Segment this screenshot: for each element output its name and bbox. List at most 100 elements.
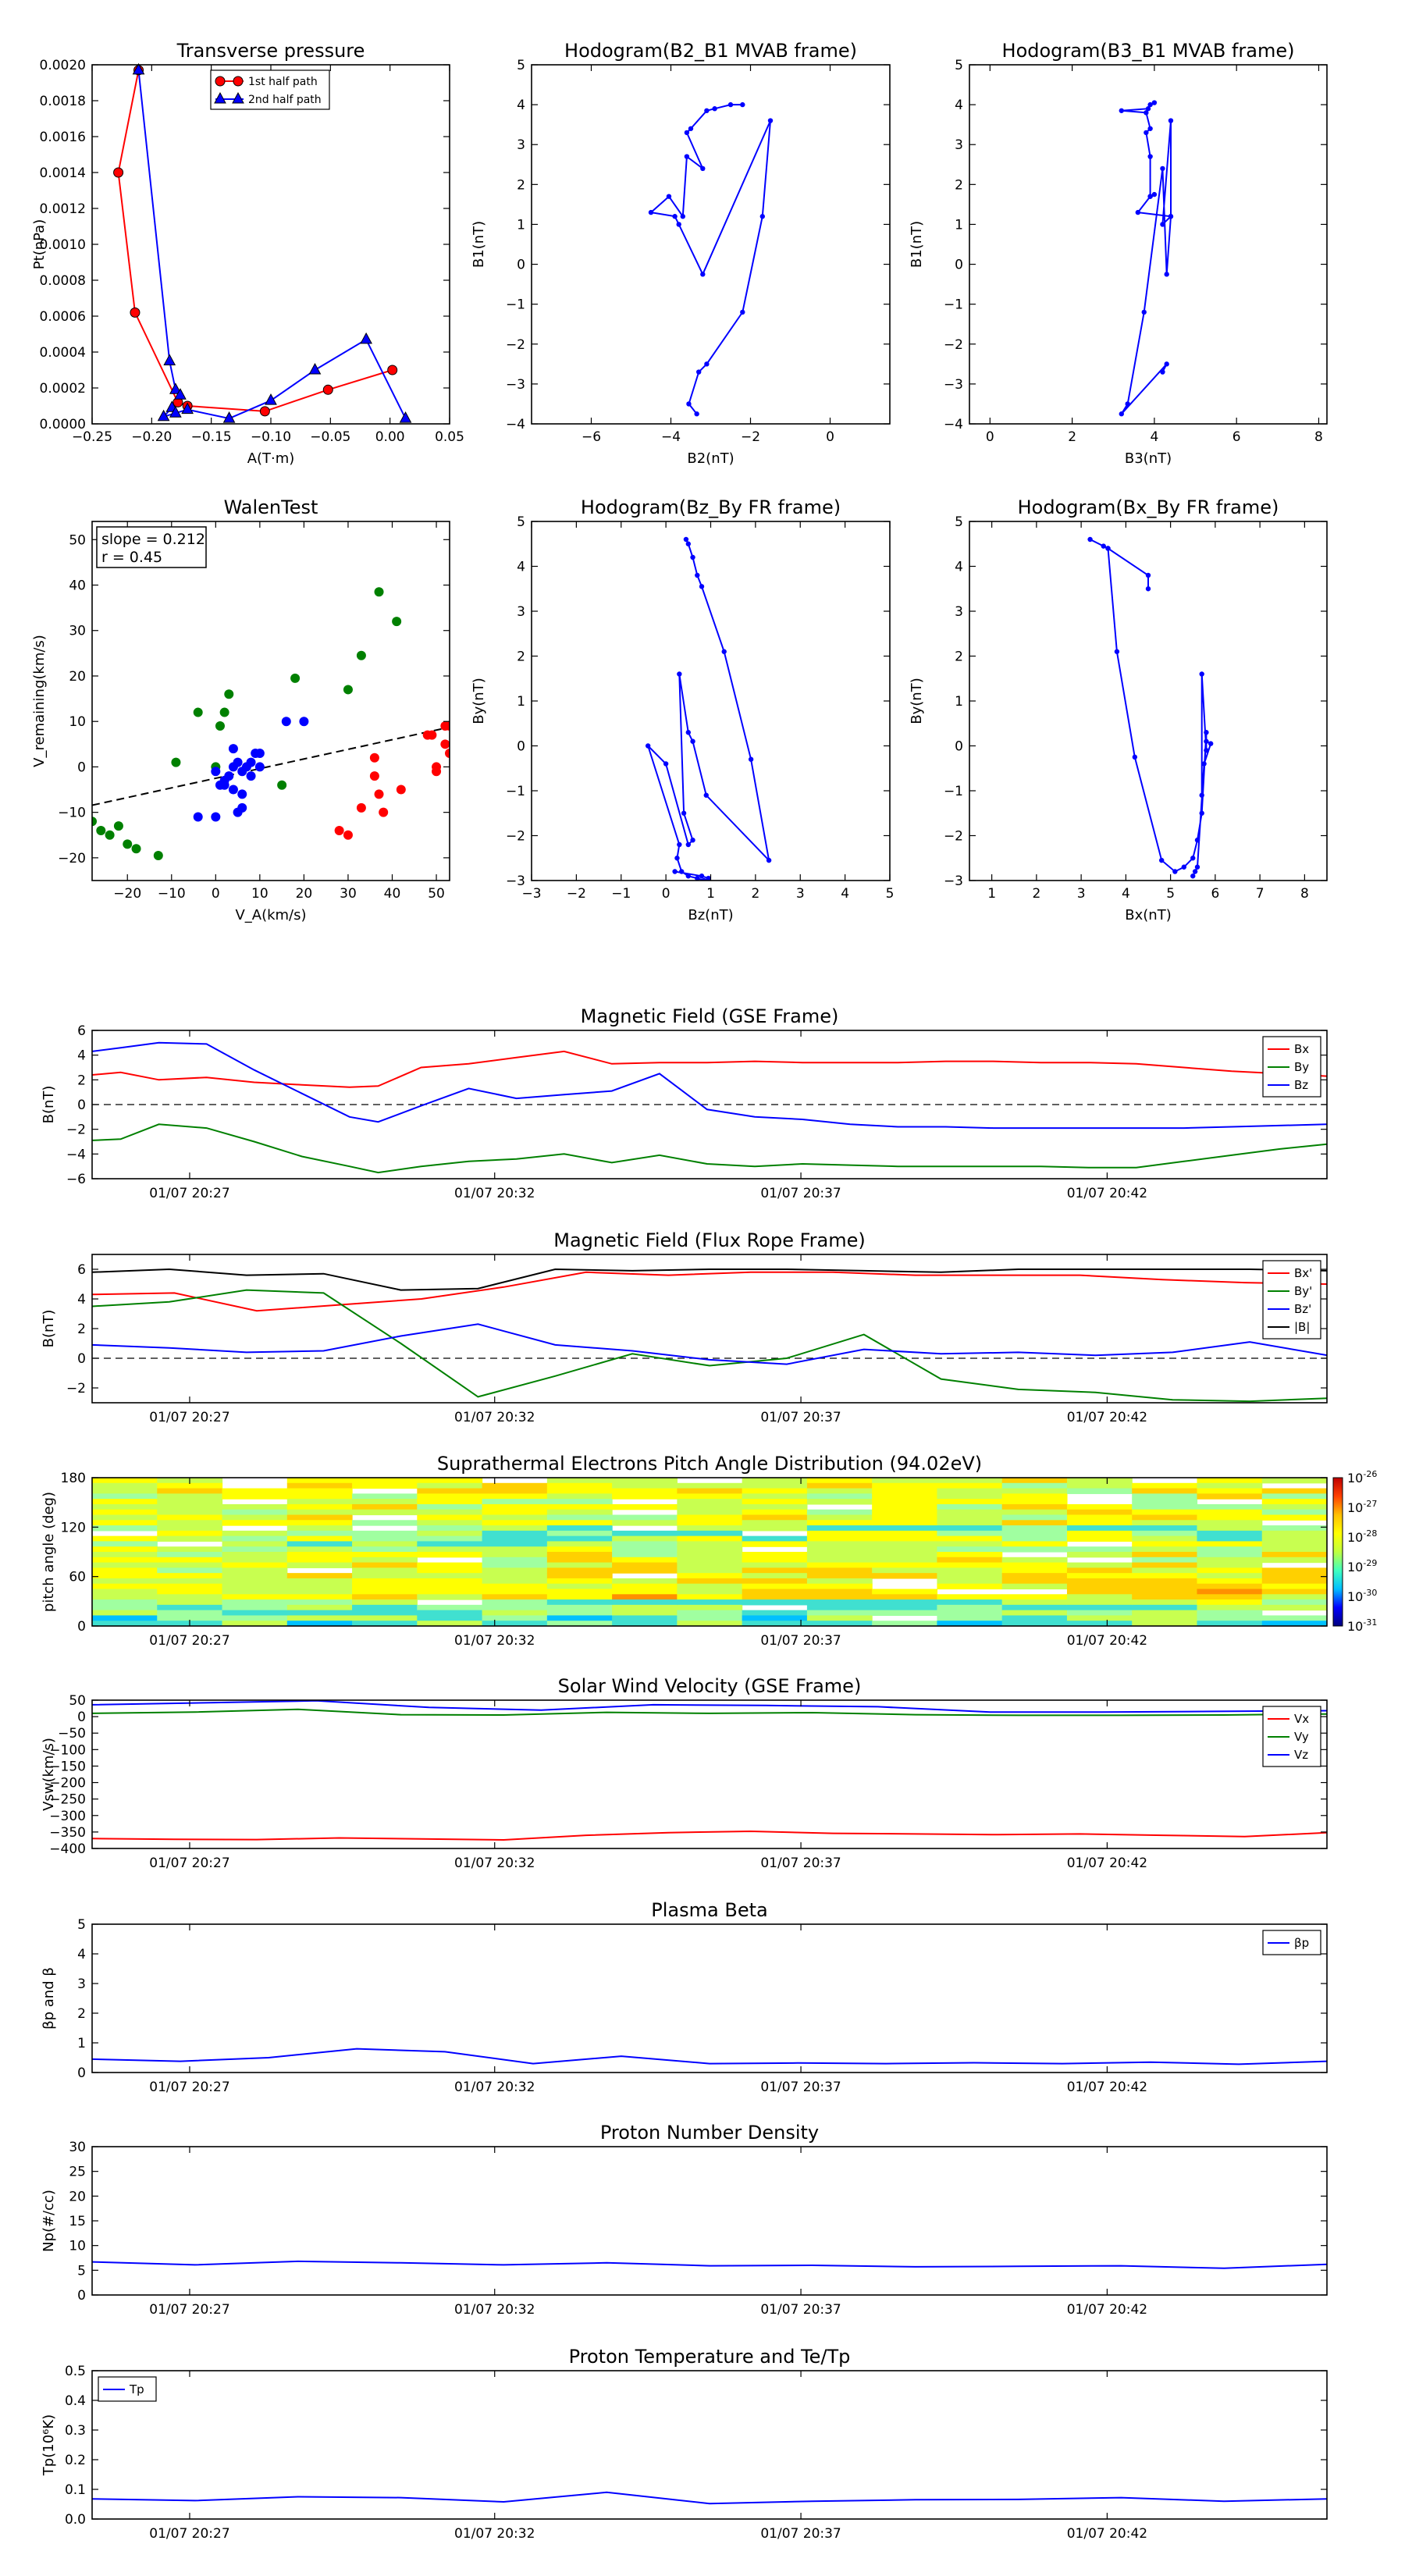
y-tick-label: −10 (58, 806, 86, 821)
panel-hodo_b3b1: Hodogram(B3_B1 MVAB frame) −4 −3 −2 −1 0 1 2 3 4 5… (909, 40, 1328, 467)
data-point (679, 869, 685, 874)
heatmap-cell (352, 1499, 418, 1505)
heatmap-cell (482, 1530, 548, 1537)
x-tick-label: −0.05 (310, 429, 350, 445)
panel-title: WalenTest (224, 496, 318, 518)
colorbar-tick-label: 10-28 (1347, 1528, 1377, 1545)
y-axis-label: βp and β (41, 1967, 57, 2030)
heatmap-cell (286, 1478, 353, 1484)
heatmap-cell (1197, 1509, 1263, 1516)
panel-title: Transverse pressure (176, 40, 365, 62)
heatmap-cell (1001, 1573, 1068, 1579)
y-tick-label: 4 (77, 1048, 86, 1064)
data-point-red (343, 830, 353, 840)
data-point (1194, 838, 1200, 843)
heatmap-cell (1132, 1546, 1198, 1553)
data-point (645, 743, 651, 749)
panel-mag_fr: Magnetic Field (Flux Rope Frame) −2 0 2 4 6 01… (41, 1229, 1328, 1425)
heatmap-cell (417, 1514, 483, 1521)
heatmap-cell (482, 1488, 548, 1494)
data-point-green (215, 721, 225, 731)
data-point (686, 401, 692, 407)
data-point-red (379, 807, 389, 817)
heatmap-cell (1197, 1604, 1263, 1611)
heatmap-cell (417, 1535, 483, 1542)
y-tick-label: 0.3 (65, 2423, 86, 2439)
heatmap-cell (222, 1562, 288, 1568)
heatmap-cell (222, 1594, 288, 1600)
y-tick-label: 0.0020 (40, 58, 86, 73)
panel-title: Hodogram(Bx_By FR frame) (1018, 496, 1279, 518)
heatmap-cell (937, 1594, 1003, 1600)
heatmap-cell (1001, 1599, 1068, 1606)
data-point (130, 307, 140, 318)
heatmap-cell (1001, 1530, 1068, 1537)
x-tick-label: 01/07 20:32 (454, 2526, 535, 2542)
heatmap-cell (612, 1615, 678, 1621)
data-point (699, 873, 705, 879)
heatmap-cell (546, 1604, 613, 1611)
heatmap-cell (806, 1610, 873, 1617)
x-tick-label: 8 (1300, 886, 1309, 902)
data-point (1087, 536, 1093, 543)
data-point (767, 118, 774, 123)
legend-label: Bz (1294, 1078, 1308, 1092)
data-point-green (219, 707, 229, 717)
heatmap-cell (937, 1541, 1003, 1547)
heatmap-cell (417, 1610, 483, 1617)
heatmap-cell (937, 1478, 1003, 1484)
heatmap-cell (612, 1604, 678, 1611)
y-tick-label: 20 (69, 669, 86, 685)
heatmap-cell (1197, 1541, 1263, 1547)
heatmap-cell (872, 1499, 938, 1505)
y-tick-label: 4 (517, 560, 525, 575)
heatmap-cell (546, 1583, 613, 1590)
heatmap-cell (1261, 1578, 1327, 1585)
panel-title: Suprathermal Electrons Pitch Angle Distr… (437, 1453, 982, 1475)
heatmap-cell (1197, 1493, 1263, 1500)
heatmap-cell (1132, 1535, 1198, 1542)
heatmap-cell (546, 1562, 613, 1568)
panel-hodo_bzby: Hodogram(Bz_By FR frame)−3−2−1012345−3 −2… (471, 496, 894, 923)
heatmap-cell (1197, 1557, 1263, 1564)
x-tick-label: 01/07 20:27 (149, 1186, 229, 1201)
plot-area (648, 101, 774, 417)
heatmap-cell (1001, 1535, 1068, 1542)
heatmap-cell (677, 1610, 743, 1617)
data-point (1141, 309, 1147, 315)
data-point-blue (224, 771, 234, 781)
heatmap-cell (1132, 1583, 1198, 1590)
colorbar-tick-label: 10-27 (1347, 1499, 1377, 1515)
heatmap-cell (806, 1493, 873, 1500)
heatmap-cell (482, 1599, 548, 1606)
data-point (1164, 361, 1169, 367)
panel-np: Proton Number Density 0 5 10 15 20 25 30 01/07 2… (41, 2122, 1328, 2318)
data-point (712, 106, 717, 112)
data-point (1199, 792, 1204, 798)
heatmap-cell (1001, 1578, 1068, 1585)
heatmap-cell (417, 1488, 483, 1494)
heatmap-cell (806, 1573, 873, 1579)
heatmap-cell (157, 1535, 223, 1542)
panel-title: Hodogram(B2_B1 MVAB frame) (564, 40, 857, 62)
heatmap-cell (1001, 1567, 1068, 1574)
heatmap-cell (222, 1546, 288, 1553)
y-tick-label: 0 (955, 739, 963, 755)
legend-label: |B| (1294, 1320, 1310, 1334)
data-point (684, 130, 690, 136)
y-tick-label: 0.4 (65, 2393, 86, 2409)
y-tick-label: 0.5 (65, 2364, 86, 2379)
heatmap-cell (92, 1615, 158, 1621)
data-point (1119, 108, 1124, 113)
heatmap-cell (937, 1509, 1003, 1516)
heatmap-cell (352, 1604, 418, 1611)
heatmap-cell (92, 1541, 158, 1547)
heatmap-cell (286, 1573, 353, 1579)
series-line (92, 2048, 1327, 2065)
x-tick-label: 01/07 20:27 (149, 1633, 229, 1649)
y-axis-label: B(nT) (41, 1310, 57, 1348)
heatmap-cell (352, 1615, 418, 1621)
x-tick-label: 30 (340, 886, 357, 902)
heatmap-cell (286, 1615, 353, 1621)
y-tick-label: 0.0016 (40, 130, 86, 145)
